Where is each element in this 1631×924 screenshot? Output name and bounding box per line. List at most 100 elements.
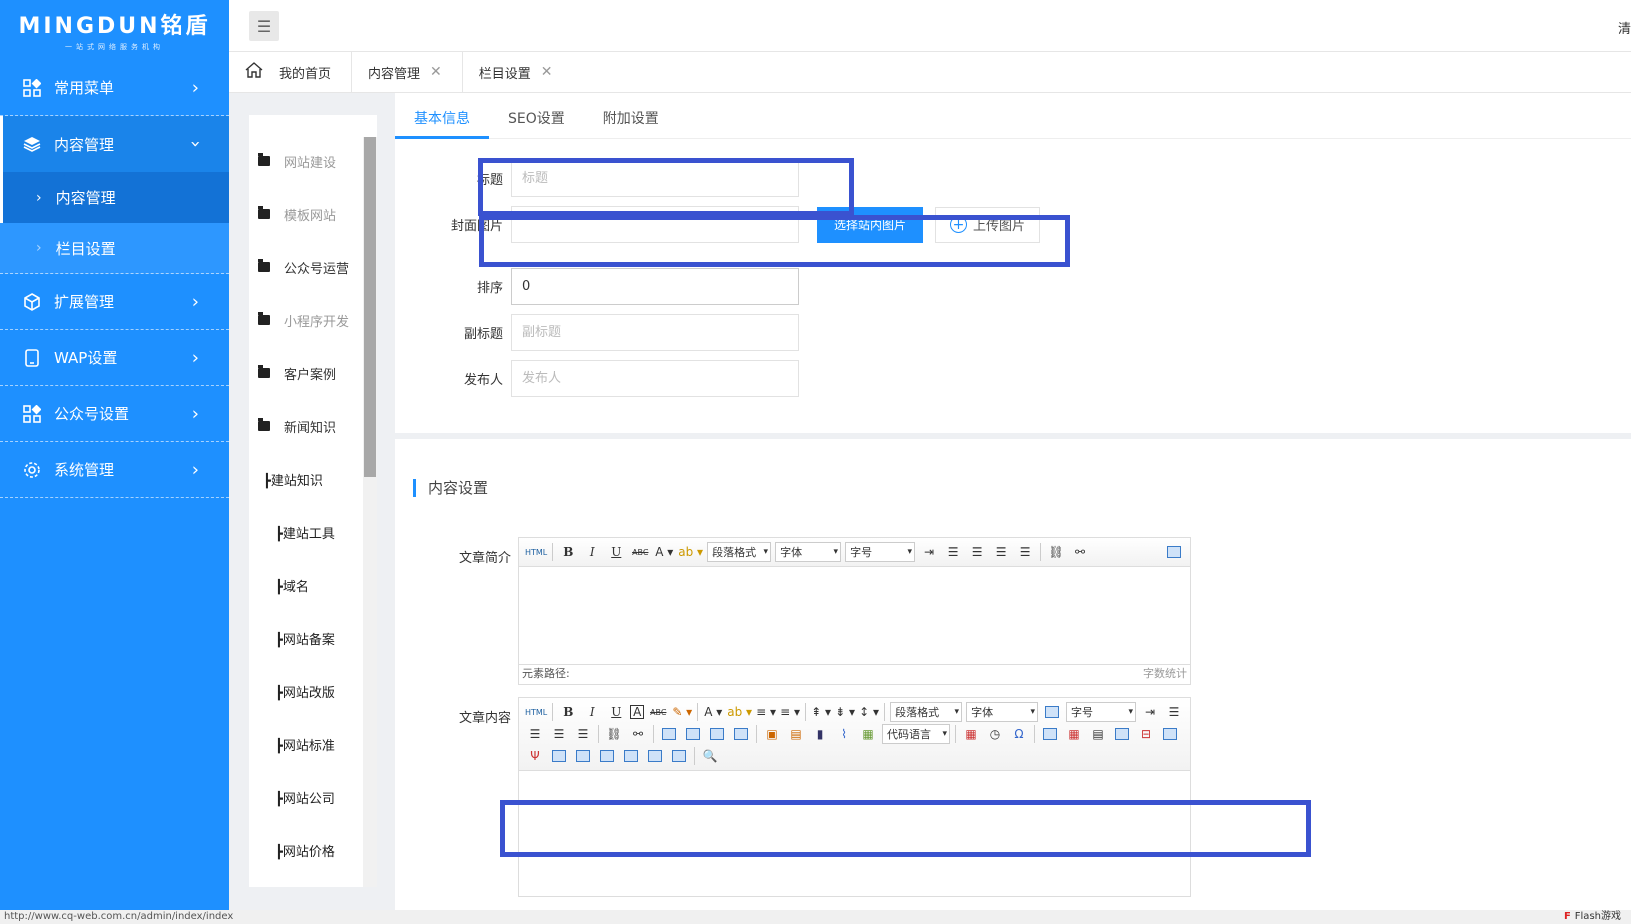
author-input[interactable]: [511, 360, 799, 397]
tree-node[interactable]: 公众号运营: [249, 255, 349, 279]
ordered-list-icon[interactable]: ≡ ▾: [756, 702, 776, 722]
image-right-icon[interactable]: [683, 724, 703, 744]
fullscreen-icon[interactable]: [1164, 542, 1184, 562]
summary-editor-body[interactable]: [519, 567, 1190, 664]
date-icon[interactable]: ▦: [961, 724, 981, 744]
sidebar-item-content-management[interactable]: 内容管理 ›: [0, 116, 229, 172]
attachment-icon[interactable]: ⌇: [834, 724, 854, 744]
image-center-icon[interactable]: [731, 724, 751, 744]
merge-cells-icon[interactable]: [549, 746, 569, 766]
sidebar-item-common-menu[interactable]: 常用菜单 ›: [0, 60, 229, 116]
insert-image-icon[interactable]: ▣: [762, 724, 782, 744]
multi-image-icon[interactable]: ▤: [786, 724, 806, 744]
merge-right-icon[interactable]: [573, 746, 593, 766]
fullscreen-icon[interactable]: [1042, 702, 1062, 722]
align-center-icon[interactable]: ☰: [967, 542, 987, 562]
delete-row-icon[interactable]: ⊟: [1136, 724, 1156, 744]
tab-home[interactable]: 我的首页: [229, 51, 353, 93]
underline-icon[interactable]: U: [606, 702, 626, 722]
tree-node[interactable]: 网站建设: [249, 149, 336, 173]
video-icon[interactable]: ▮: [810, 724, 830, 744]
logo[interactable]: MINGDUN铭盾 一站式网络服务机构: [0, 0, 229, 60]
status-right[interactable]: F Flash游戏: [1564, 910, 1621, 924]
row-spacing-bottom-icon[interactable]: ⇟ ▾: [835, 702, 855, 722]
tree-node[interactable]: 新闻知识: [249, 414, 336, 438]
map-icon[interactable]: ▦: [858, 724, 878, 744]
font-family-select[interactable]: 字体: [966, 702, 1039, 722]
tab-extra-settings[interactable]: 附加设置: [584, 93, 678, 139]
bold-icon[interactable]: B: [558, 542, 578, 562]
align-left-icon[interactable]: ☰: [1164, 702, 1184, 722]
tree-node[interactable]: ┣域名: [275, 573, 309, 597]
sidebar-item-wap-settings[interactable]: WAP设置 ›: [0, 330, 229, 386]
split-rows-icon[interactable]: [645, 746, 665, 766]
insert-caption-icon[interactable]: ▤: [1088, 724, 1108, 744]
italic-icon[interactable]: I: [582, 542, 602, 562]
align-right-icon[interactable]: ☰: [549, 724, 569, 744]
tree-node[interactable]: ┣网站备案: [275, 626, 335, 650]
cover-input[interactable]: [511, 206, 799, 243]
tab-seo-settings[interactable]: SEO设置: [489, 93, 584, 139]
close-icon[interactable]: ✕: [541, 64, 553, 80]
link-icon[interactable]: ⛓: [1046, 542, 1066, 562]
font-size-select[interactable]: 字号: [845, 542, 916, 562]
eraser-icon[interactable]: ✎ ▾: [672, 702, 692, 722]
unlink-icon[interactable]: ⚯: [628, 724, 648, 744]
strikethrough-icon[interactable]: ABC: [648, 702, 668, 722]
special-char-icon[interactable]: Ω: [1009, 724, 1029, 744]
link-icon[interactable]: ⛓: [604, 724, 624, 744]
sort-input[interactable]: [511, 268, 799, 305]
sidebar-item-system[interactable]: 系统管理 ›: [0, 442, 229, 498]
highlight-icon[interactable]: ab ▾: [727, 702, 752, 722]
delete-table-icon[interactable]: ▦: [1064, 724, 1084, 744]
insert-row-icon[interactable]: [1112, 724, 1132, 744]
tree-node[interactable]: ┣建站知识: [263, 467, 323, 491]
merge-down-icon[interactable]: [597, 746, 617, 766]
sidebar-subitem-content[interactable]: › 内容管理: [0, 172, 229, 223]
body-editor-body[interactable]: [519, 771, 1190, 881]
tab-basic-info[interactable]: 基本信息: [395, 93, 489, 139]
align-left-icon[interactable]: ☰: [943, 542, 963, 562]
indent-icon[interactable]: ⇥: [919, 542, 939, 562]
bold-icon[interactable]: B: [558, 702, 578, 722]
code-language-select[interactable]: 代码语言: [882, 724, 950, 744]
font-color-icon[interactable]: A ▾: [654, 542, 674, 562]
font-size-select[interactable]: 字号: [1066, 702, 1136, 722]
strikethrough-icon[interactable]: ABC: [630, 542, 650, 562]
tree-node[interactable]: ┣网站公司: [275, 785, 335, 809]
delete-col-icon[interactable]: Ψ: [525, 746, 545, 766]
scrollbar-thumb[interactable]: [364, 137, 376, 477]
italic-icon[interactable]: I: [582, 702, 602, 722]
row-spacing-top-icon[interactable]: ⇞ ▾: [811, 702, 831, 722]
font-border-icon[interactable]: A: [630, 705, 645, 719]
html-source-icon[interactable]: HTML: [525, 542, 547, 562]
split-cells-icon[interactable]: [621, 746, 641, 766]
tab-content-management[interactable]: 内容管理 ✕: [352, 51, 463, 93]
align-right-icon[interactable]: ☰: [991, 542, 1011, 562]
paragraph-format-select[interactable]: 段落格式: [707, 542, 772, 562]
subtitle-input[interactable]: [511, 314, 799, 351]
split-cols-icon[interactable]: [669, 746, 689, 766]
tree-node[interactable]: 客户案例: [249, 361, 336, 385]
close-icon[interactable]: ✕: [430, 64, 442, 80]
sidebar-subitem-column-settings[interactable]: › 栏目设置: [0, 223, 229, 274]
time-icon[interactable]: ◷: [985, 724, 1005, 744]
tree-scrollbar[interactable]: [363, 137, 377, 887]
unordered-list-icon[interactable]: ≡ ▾: [780, 702, 800, 722]
tree-node[interactable]: ┣网站改版: [275, 679, 335, 703]
upload-image-button[interactable]: + 上传图片: [935, 206, 1041, 243]
align-center-icon[interactable]: ☰: [525, 724, 545, 744]
indent-icon[interactable]: ⇥: [1140, 702, 1160, 722]
tree-node[interactable]: 模板网站: [249, 202, 336, 226]
highlight-icon[interactable]: ab ▾: [678, 542, 703, 562]
select-site-image-button[interactable]: 选择站内图片: [817, 206, 924, 243]
html-source-icon[interactable]: HTML: [525, 702, 547, 722]
tree-node[interactable]: 小程序开发: [249, 308, 349, 332]
menu-toggle-button[interactable]: ☰: [249, 11, 279, 41]
line-height-icon[interactable]: ↕ ▾: [859, 702, 879, 722]
align-justify-icon[interactable]: ☰: [1015, 542, 1035, 562]
font-family-select[interactable]: 字体: [775, 542, 842, 562]
paragraph-format-select[interactable]: 段落格式: [890, 702, 963, 722]
image-none-icon[interactable]: [707, 724, 727, 744]
align-justify-icon[interactable]: ☰: [573, 724, 593, 744]
